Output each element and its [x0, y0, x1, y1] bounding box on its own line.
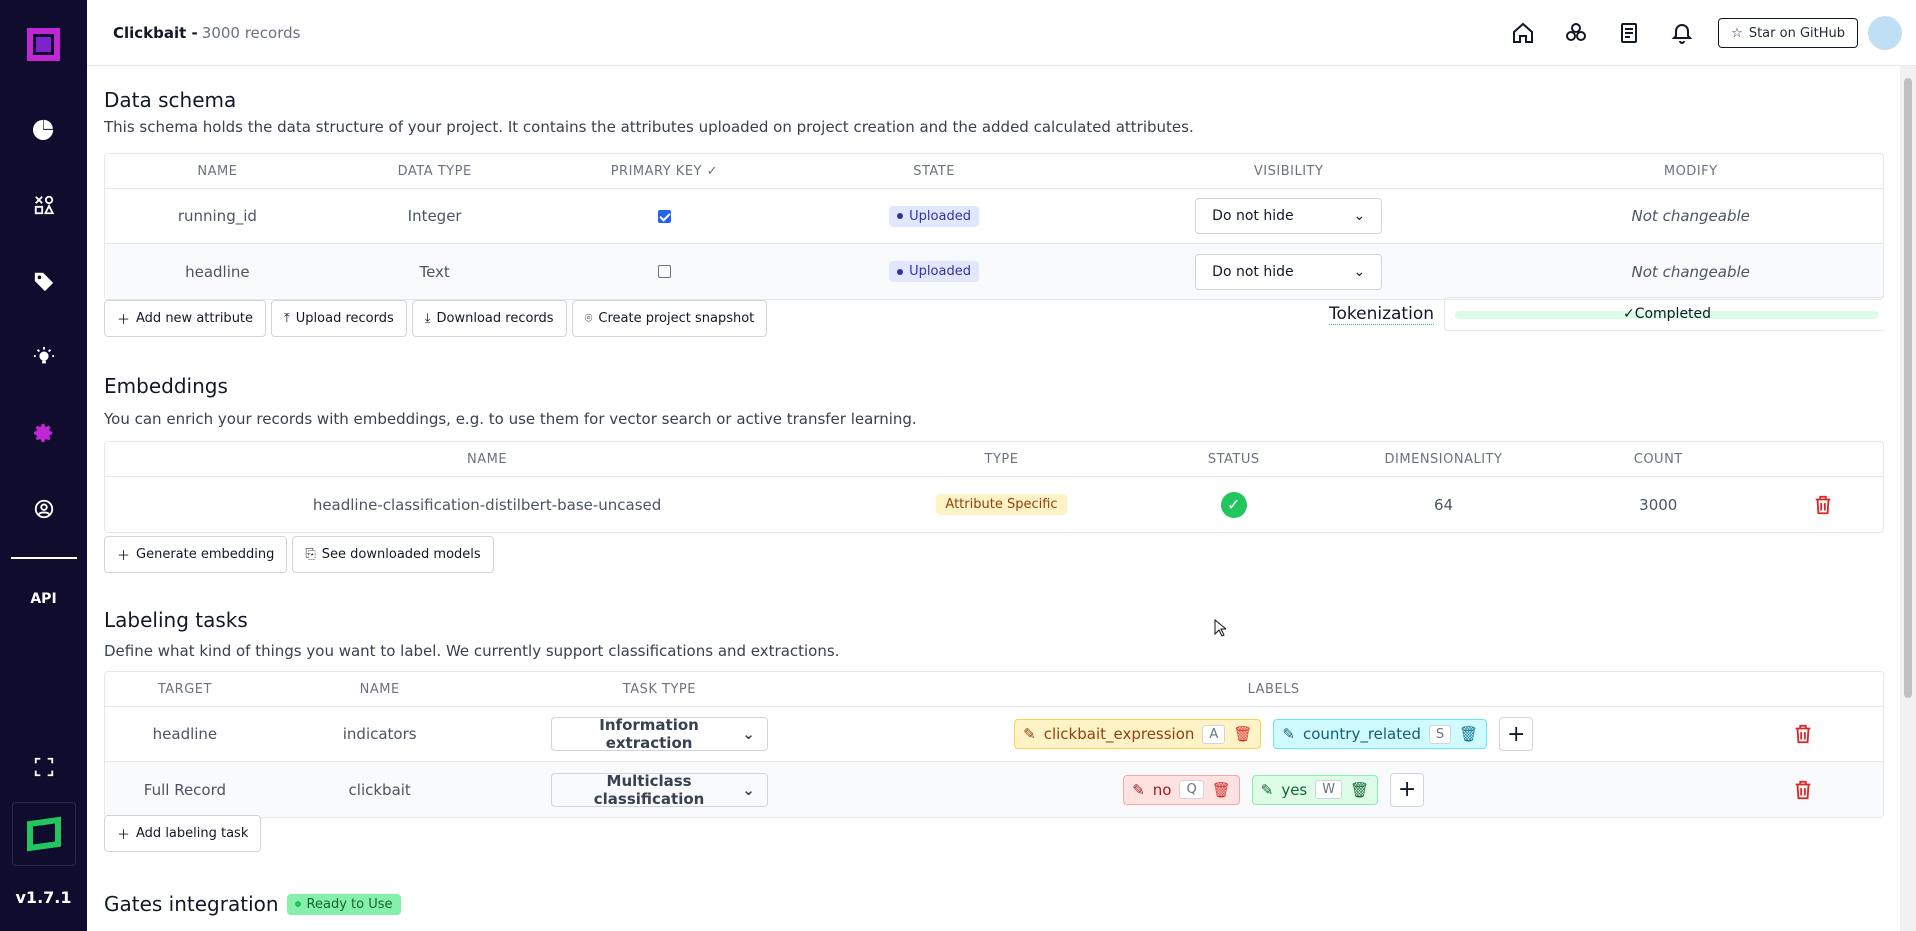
pencil-icon: ✎	[1023, 725, 1036, 743]
table-row: headline indicators Information extracti…	[105, 707, 1883, 762]
trash-icon: 🗑	[1211, 780, 1231, 799]
fullscreen-icon[interactable]	[33, 756, 55, 782]
label-chip[interactable]: ✎ country_related S 🗑	[1273, 719, 1488, 749]
table-row: headline-classification-distilbert-base-…	[105, 477, 1883, 532]
table-header: TARGET NAME TASK TYPE LABELS	[105, 672, 1883, 707]
embeddings-description: You can enrich your records with embeddi…	[104, 410, 917, 428]
github-label: Star on GitHub	[1748, 25, 1845, 41]
status-badge: Ready to Use	[286, 893, 401, 915]
add-label-button[interactable]: +	[1499, 717, 1534, 751]
gates-integration-title: Gates integration	[104, 892, 279, 916]
visibility-select[interactable]: Do not hide ⌄	[1195, 253, 1383, 290]
settings-gear-icon[interactable]	[0, 395, 87, 471]
labeling-tasks-title: Labeling tasks	[104, 608, 248, 632]
trash-icon: 🗑	[1233, 725, 1253, 743]
hotkey-badge: W	[1315, 780, 1343, 799]
create-snapshot-button[interactable]: ⌾ Create project snapshot	[571, 300, 768, 337]
plus-icon: ＋	[117, 549, 131, 564]
hotkey-badge: A	[1202, 724, 1226, 744]
status-badge: Uploaded	[889, 205, 979, 227]
chevron-down-icon: ⌄	[742, 725, 755, 743]
table-row: Full Record clickbait Multiclass classif…	[105, 762, 1883, 817]
task-type-select[interactable]: Multiclass classification ⌄	[550, 772, 768, 808]
upload-records-button[interactable]: ⤒ Upload records	[271, 300, 407, 337]
table-row: running_id Integer Uploaded Do not hide ⌄…	[105, 189, 1883, 244]
hotkey-badge: S	[1428, 724, 1452, 744]
pencil-icon: ✎	[1282, 725, 1295, 743]
add-attribute-button[interactable]: ＋ Add new attribute	[104, 300, 267, 337]
download-models-icon: ⎘	[305, 547, 316, 562]
documentation-icon[interactable]	[1602, 0, 1655, 66]
top-bar: Clickbait - 3000 records ☆ Star on GitHu…	[87, 0, 1916, 66]
labeling-tasks-table: TARGET NAME TASK TYPE LABELS headline in…	[104, 671, 1884, 818]
label-chip[interactable]: ✎ clickbait_expression A 🗑	[1014, 719, 1262, 749]
pencil-icon: ✎	[1132, 780, 1145, 799]
generate-embedding-button[interactable]: ＋ Generate embedding	[104, 536, 288, 573]
version-label: v1.7.1	[15, 888, 72, 907]
add-label-button[interactable]: +	[1390, 772, 1425, 807]
page-scrollbar[interactable]	[1900, 66, 1916, 931]
type-badge: Attribute Specific	[936, 494, 1067, 515]
delete-task-trash-icon[interactable]	[1723, 723, 1883, 745]
data-schema-description: This schema holds the data structure of …	[104, 118, 1194, 136]
label-chip[interactable]: ✎ yes W 🗑	[1251, 774, 1379, 805]
projects-circles-icon[interactable]	[1549, 0, 1602, 66]
label-chip[interactable]: ✎ no Q 🗑	[1123, 774, 1240, 805]
add-labeling-task-button[interactable]: ＋ Add labeling task	[104, 815, 262, 852]
sidebar-divider	[10, 557, 77, 559]
upload-icon: ⤒	[284, 311, 290, 326]
user-avatar[interactable]	[1868, 16, 1902, 50]
camera-icon: ⌾	[584, 311, 593, 326]
table-header: NAME DATA TYPE PRIMARY KEY ✓ STATE VISIB…	[105, 154, 1883, 189]
delete-task-trash-icon[interactable]	[1723, 779, 1883, 801]
embeddings-title: Embeddings	[104, 374, 228, 398]
download-records-button[interactable]: ⤓ Download records	[411, 300, 567, 337]
app-logo-icon[interactable]	[27, 28, 60, 61]
task-type-select[interactable]: Information extraction ⌄	[550, 716, 768, 752]
heuristics-bulb-icon[interactable]	[0, 319, 87, 395]
chevron-down-icon: ⌄	[1353, 263, 1366, 280]
tokenization-label: Tokenization	[1329, 303, 1434, 325]
notifications-bell-icon[interactable]	[1655, 0, 1708, 66]
status-check-icon: ✓	[1220, 491, 1247, 518]
table-row: headline Text Uploaded Do not hide ⌄ Not …	[105, 244, 1883, 299]
brand-logo-icon[interactable]	[11, 802, 76, 866]
data-schema-table: NAME DATA TYPE PRIMARY KEY ✓ STATE VISIB…	[104, 153, 1884, 300]
pencil-icon: ✎	[1260, 780, 1274, 799]
labeling-tasks-description: Define what kind of things you want to l…	[104, 642, 840, 660]
account-user-icon[interactable]	[0, 471, 87, 547]
star-on-github-button[interactable]: ☆ Star on GitHub	[1718, 18, 1858, 48]
main-content: Data schema This schema holds the data s…	[104, 66, 1884, 931]
plus-icon: ＋	[117, 828, 131, 843]
download-icon: ⤓	[424, 311, 431, 326]
status-badge: Uploaded	[889, 261, 979, 282]
primary-key-checkbox[interactable]	[657, 209, 671, 223]
trash-icon: 🗑	[1350, 780, 1370, 799]
data-schema-title: Data schema	[104, 88, 237, 112]
visibility-select[interactable]: Do not hide ⌄	[1195, 198, 1383, 234]
labeling-tag-icon[interactable]	[0, 243, 87, 319]
plus-icon: ＋	[117, 313, 131, 328]
embeddings-table: NAME TYPE STATUS DIMENSIONALITY COUNT he…	[104, 441, 1884, 533]
data-browser-shapes-icon[interactable]	[0, 167, 87, 243]
chevron-down-icon: ⌄	[1353, 208, 1366, 224]
home-icon[interactable]	[1496, 0, 1549, 66]
api-link[interactable]: API	[30, 591, 56, 607]
hotkey-badge: Q	[1179, 780, 1204, 799]
tokenization-status: Tokenization ✓Completed	[1329, 297, 1884, 331]
sidebar: API v1.7.1	[0, 0, 87, 931]
project-title: Clickbait -	[113, 23, 198, 42]
mouse-cursor-icon	[1214, 619, 1226, 637]
record-count: 3000 records	[201, 23, 301, 42]
chevron-down-icon: ⌄	[742, 780, 755, 799]
delete-embedding-trash-icon[interactable]	[1763, 494, 1883, 516]
primary-key-checkbox[interactable]	[657, 265, 671, 278]
trash-icon: 🗑	[1459, 725, 1479, 743]
see-downloaded-models-button[interactable]: ⎘ See downloaded models	[292, 536, 494, 573]
star-icon: ☆	[1731, 25, 1743, 41]
tokenization-progress: ✓Completed	[1444, 297, 1884, 331]
table-header: NAME TYPE STATUS DIMENSIONALITY COUNT	[105, 442, 1883, 477]
overview-pie-chart-icon[interactable]	[0, 91, 87, 167]
